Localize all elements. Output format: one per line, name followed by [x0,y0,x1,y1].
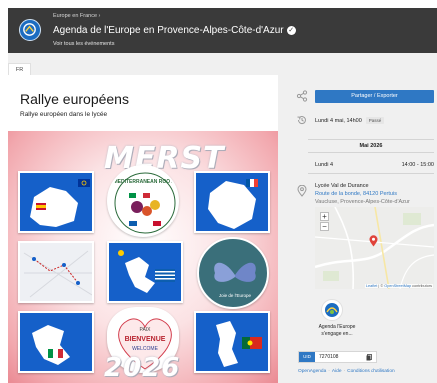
uid-value: 7270108 [319,354,339,360]
language-tab-fr[interactable]: FR [8,63,31,75]
schedule-divider-top [308,139,434,140]
history-icon [296,114,308,128]
poster-roots-text: MEDITERRANEAN ROOTS [113,179,177,185]
footer-terms-link[interactable]: Conditions d'utilisation [347,369,395,374]
poster-cloud-word-2: WELCOME [132,346,159,352]
schedule-divider-mid [308,152,434,153]
schedule-time: 14:00 - 15:00 [401,162,434,168]
leaflet-link[interactable]: Leaflet [366,284,377,288]
see-all-events-link[interactable]: Voir tous les événements [53,41,114,47]
venue-name: Lycée Val de Durance [315,183,369,189]
map-attribution: Leaflet | © OpenStreetMap contributors [364,284,433,288]
footer-links: OpenAgenda · Aide · Conditions d'utilisation [298,369,395,374]
map-zoom-in-button[interactable]: + [320,212,329,221]
openstreetmap-link[interactable]: OpenStreetMap [384,284,411,288]
location-pin-icon [297,184,307,199]
footer-help-link[interactable]: Aide [332,369,342,374]
poster-year-word: 2026 [104,353,181,383]
schedule-divider-bottom [308,173,434,174]
share-export-button[interactable]: Partager / Exporter [315,90,434,103]
venue-info: Lycée Val de Durance Route de la bonde, … [315,182,410,206]
page-title-text: Agenda de l'Europe en Provence-Alpes-Côt… [53,25,284,36]
app-header: Europe en France › Agenda de l'Europe en… [8,8,437,53]
status-badge: Passé [365,117,385,124]
breadcrumb[interactable]: Europe en France › [53,13,100,19]
schedule-month: Mai 2026 [359,143,383,149]
poster-route-map-tile [18,241,94,303]
map-attribution-suffix: contributors [411,284,432,288]
venue-region: Vaucluse, Provence-Alpes-Côte-d'Azur [315,199,410,205]
event-date: Lundi 4 mai, 14h00 Passé [315,117,385,124]
poster-map-tile [18,171,94,233]
venue-address-link[interactable]: Route de la bonde, 84120 Pertuis [315,190,410,198]
poster-portugal-tile [194,311,270,373]
footer-separator: · [328,369,330,374]
poster-roots-badge: MEDITERRANEAN ROOTS [107,165,179,237]
uid-field[interactable]: UID 7270108 [298,351,377,363]
agenda-logo-icon[interactable] [19,19,41,41]
event-poster-image[interactable]: MERST MEDITERRANEAN ROOTS Joie de l'Euro… [8,131,278,383]
poster-cloud-word-1: BIENVENUE [125,336,166,343]
poster-cloud-word-3: PAIX [139,327,151,333]
footer-separator: · [343,369,346,374]
venue-map[interactable]: + − Leaflet | © OpenStreetMap contributo… [315,207,434,289]
event-title: Rallye européens [20,91,129,107]
poster-circle-caption: Joie de l'Europe [219,293,252,298]
footer-openagenda-link[interactable]: OpenAgenda [298,369,326,374]
page-title: Agenda de l'Europe en Provence-Alpes-Côt… [53,25,296,36]
organizer-name-link[interactable]: Agenda l'Europe s'engage en... [314,324,360,338]
organizer-logo-icon[interactable] [321,299,343,321]
event-description: Rallye européen dans le lycée [20,111,108,118]
event-date-text: Lundi 4 mai, 14h00 [315,118,362,124]
copy-icon[interactable] [366,354,372,363]
verified-check-icon: ✓ [286,26,296,35]
schedule-day: Lundi 4 [315,162,334,168]
map-zoom-out-button[interactable]: − [320,222,329,231]
poster-butterfly-badge: Joie de l'Europe [197,237,269,309]
poster-map-tile-france [194,171,270,233]
poster-greece-tile [107,241,183,303]
poster-italy-tile [18,311,94,373]
share-icon[interactable] [296,90,308,104]
map-marker-icon[interactable] [369,234,378,252]
uid-label: UID [299,352,315,362]
